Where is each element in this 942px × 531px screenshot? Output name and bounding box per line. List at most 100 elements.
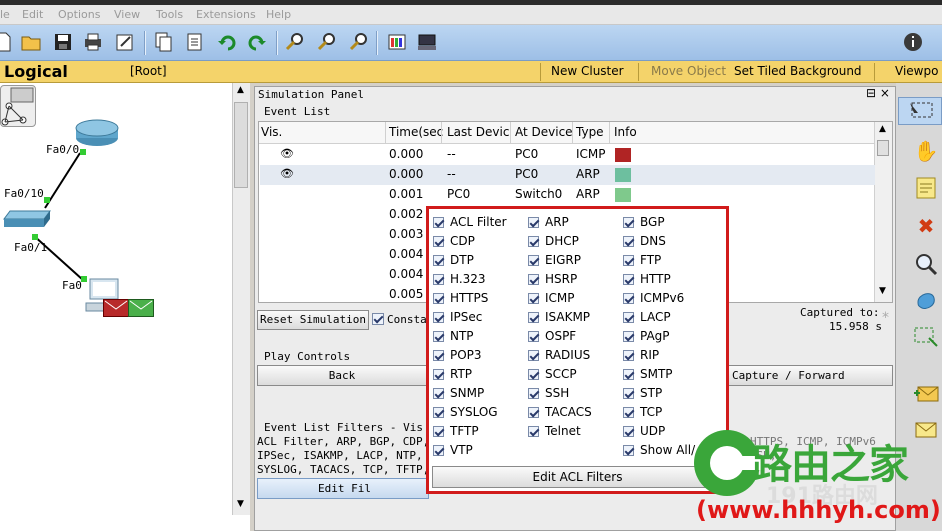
filter-checkbox-item[interactable]: FTP (623, 251, 661, 269)
filter-checkbox-item[interactable]: RADIUS (528, 346, 590, 364)
undo-icon[interactable] (214, 29, 240, 55)
save-icon[interactable] (50, 29, 76, 55)
filter-checkbox-item[interactable]: PAgP (623, 327, 670, 345)
checkbox[interactable] (433, 216, 444, 228)
filter-checkbox-item[interactable]: STP (623, 384, 662, 402)
filter-checkbox-item[interactable]: TACACS (528, 403, 592, 421)
checkbox[interactable] (623, 425, 634, 437)
add-simple-pdu-icon[interactable] (912, 380, 940, 408)
filter-checkbox-item[interactable]: EIGRP (528, 251, 581, 269)
event-list-scroll-thumb[interactable] (877, 140, 889, 156)
draw-shape-tool-icon[interactable] (912, 286, 940, 314)
column-header[interactable]: Info (614, 125, 637, 139)
filter-checkbox-item[interactable]: ARP (528, 213, 569, 231)
checkbox[interactable] (433, 292, 444, 304)
menu-extensions[interactable]: Extensions (196, 8, 256, 21)
filter-checkbox-item[interactable]: CDP (433, 232, 475, 250)
inspect-tool-icon[interactable] (912, 250, 940, 278)
filter-checkbox-item[interactable]: HTTPS (433, 289, 488, 307)
menu-tools[interactable]: Tools (156, 8, 183, 21)
menu-view[interactable]: View (114, 8, 140, 21)
event-list-scrollbar[interactable]: ▲ ▼ (874, 122, 892, 302)
redo-icon[interactable] (244, 29, 270, 55)
filter-checkbox-item[interactable]: DHCP (528, 232, 579, 250)
checkbox[interactable] (433, 368, 444, 380)
checkbox[interactable] (433, 311, 444, 323)
reset-simulation-button[interactable]: Reset Simulation (257, 310, 369, 330)
checkbox[interactable] (623, 292, 634, 304)
checkbox[interactable] (528, 406, 539, 418)
router-icon[interactable] (74, 118, 120, 148)
filter-checkbox-item[interactable]: Show All/ (623, 441, 695, 459)
eye-icon[interactable]: 👁 (280, 167, 294, 180)
custom-device-icon[interactable] (414, 29, 440, 55)
filter-checkbox-item[interactable]: SYSLOG (433, 403, 498, 421)
checkbox[interactable] (433, 254, 444, 266)
filter-checkbox-item[interactable]: ACL Filter (433, 213, 507, 231)
filter-checkbox-item[interactable]: UDP (623, 422, 665, 440)
filter-checkbox-item[interactable]: H.323 (433, 270, 486, 288)
note-tool-icon[interactable] (912, 174, 940, 202)
move-object-button[interactable]: Move Object (651, 64, 726, 78)
filter-checkbox-item[interactable]: HTTP (623, 270, 671, 288)
open-folder-icon[interactable] (18, 29, 44, 55)
checkbox[interactable] (528, 330, 539, 342)
checkbox[interactable] (623, 254, 634, 266)
filter-checkbox-item[interactable]: SMTP (623, 365, 673, 383)
filter-checkbox-item[interactable]: HSRP (528, 270, 577, 288)
switch-icon[interactable] (2, 207, 52, 231)
constant-delay-checkbox[interactable] (372, 313, 384, 325)
filter-checkbox-item[interactable]: TCP (623, 403, 662, 421)
info-color-swatch[interactable] (615, 148, 631, 162)
checkbox[interactable] (528, 387, 539, 399)
edit-acl-filters-button[interactable]: Edit ACL Filters (432, 466, 723, 488)
checkbox[interactable] (528, 254, 539, 266)
filter-checkbox-item[interactable]: POP3 (433, 346, 482, 364)
filter-checkbox-item[interactable]: SNMP (433, 384, 484, 402)
workspace-scroll-thumb[interactable] (234, 102, 248, 188)
checkbox[interactable] (528, 311, 539, 323)
info-icon[interactable] (900, 29, 926, 55)
filter-checkbox-item[interactable]: IPSec (433, 308, 482, 326)
edit-filters-button[interactable]: Edit Fil (257, 478, 429, 499)
panel-window-controls[interactable]: ⊟ × (866, 86, 890, 100)
eye-icon[interactable]: 👁 (280, 147, 294, 160)
filter-checkbox-item[interactable]: LACP (623, 308, 671, 326)
table-row[interactable]: 👁 0.000 -- PC0 ICMP (260, 145, 875, 165)
new-file-icon[interactable] (0, 29, 16, 55)
column-header[interactable]: Time(sec (389, 125, 443, 139)
filter-checkbox-item[interactable]: SSH (528, 384, 569, 402)
zoom-reset-icon[interactable] (314, 29, 340, 55)
filter-checkbox-item[interactable]: ICMPv6 (623, 289, 684, 307)
scroll-up-arrow-icon[interactable]: ▲ (237, 85, 244, 95)
filter-checkbox-item[interactable]: VTP (433, 441, 473, 459)
checkbox[interactable] (623, 406, 634, 418)
checkbox[interactable] (528, 216, 539, 228)
column-header[interactable]: Vis. (261, 125, 282, 139)
root-breadcrumb[interactable]: [Root] (130, 64, 167, 78)
checkbox[interactable] (623, 311, 634, 323)
filter-checkbox-item[interactable]: NTP (433, 327, 474, 345)
filter-checkbox-item[interactable]: ICMP (528, 289, 575, 307)
filter-checkbox-item[interactable]: OSPF (528, 327, 576, 345)
menu-options[interactable]: Options (58, 8, 100, 21)
delete-tool-icon[interactable]: ✖ (912, 212, 940, 240)
column-header[interactable]: At Device (515, 125, 573, 139)
checkbox[interactable] (623, 444, 634, 456)
checkbox[interactable] (528, 425, 539, 437)
checkbox[interactable] (623, 273, 634, 285)
menu-file[interactable]: le (0, 8, 10, 21)
paste-icon[interactable] (182, 29, 208, 55)
viewport-button[interactable]: Viewpo (895, 64, 938, 78)
scroll-up-arrow-icon[interactable]: ▲ (879, 124, 886, 134)
pdu-envelope-icon[interactable] (128, 299, 154, 317)
checkbox[interactable] (528, 292, 539, 304)
filter-checkbox-item[interactable]: SCCP (528, 365, 577, 383)
filter-checkbox-item[interactable]: DNS (623, 232, 666, 250)
filter-checkbox-item[interactable]: ISAKMP (528, 308, 590, 326)
copy-icon[interactable] (150, 29, 176, 55)
filter-checkbox-item[interactable]: BGP (623, 213, 665, 231)
back-button[interactable]: Back (257, 365, 427, 386)
menu-help[interactable]: Help (266, 8, 291, 21)
palette-icon[interactable] (384, 29, 410, 55)
